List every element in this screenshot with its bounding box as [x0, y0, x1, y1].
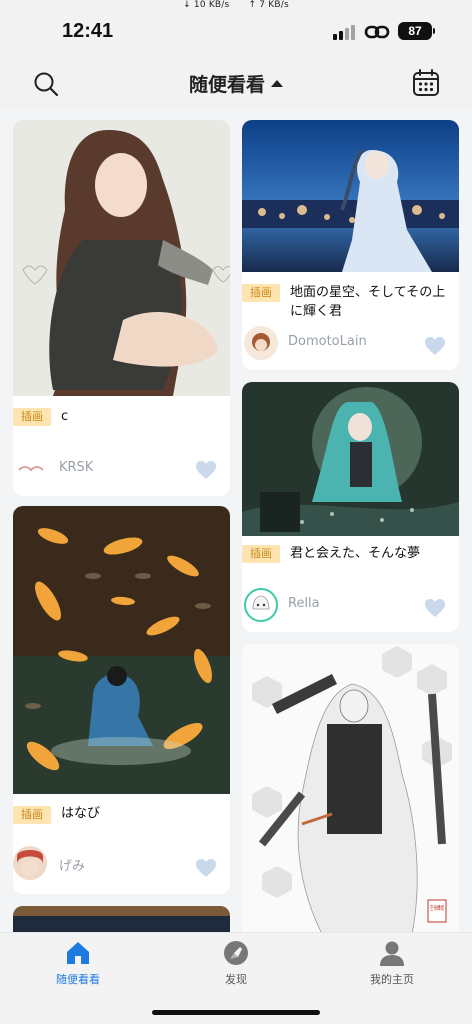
- tab-label: 发现: [225, 973, 247, 986]
- illustration-feed[interactable]: 插画 c KRSK 插画 地面の星空、そしてその上に輝く君 DomotoLain…: [0, 108, 472, 932]
- top-bar: 随便看看: [0, 60, 472, 108]
- user-icon: [380, 941, 404, 966]
- artwork-image[interactable]: [13, 906, 230, 932]
- vpn-link-icon: [364, 25, 390, 39]
- category-tag: 插画: [242, 545, 280, 563]
- artwork-title: c: [61, 409, 69, 424]
- author-name[interactable]: Rella: [288, 596, 320, 611]
- category-tag: 插画: [13, 408, 51, 426]
- download-speed: ↓ 10 KB/s: [183, 0, 230, 10]
- tab-profile[interactable]: 我的主页: [342, 939, 442, 987]
- artwork-image[interactable]: [242, 120, 459, 272]
- caret-up-icon: [271, 80, 283, 87]
- author-name[interactable]: KRSK: [59, 460, 93, 475]
- artwork-image[interactable]: 空母棲姫: [242, 644, 459, 932]
- like-heart-icon[interactable]: [424, 598, 446, 618]
- artwork-card[interactable]: 插画 はなび げみ: [13, 506, 230, 894]
- author-name[interactable]: げみ: [59, 855, 85, 874]
- artwork-image[interactable]: [13, 506, 230, 794]
- artwork-title: 地面の星空、そしてその上に輝く君: [290, 285, 446, 319]
- home-indicator: [152, 1010, 320, 1015]
- status-time: 12:41: [62, 20, 114, 42]
- compass-icon: [224, 941, 248, 965]
- author-avatar[interactable]: [244, 326, 278, 360]
- artwork-image[interactable]: [13, 120, 230, 396]
- category-tag: 插画: [242, 284, 280, 302]
- tab-label: 随便看看: [56, 973, 100, 986]
- battery-indicator: 87: [398, 22, 432, 40]
- author-avatar[interactable]: [15, 452, 49, 486]
- artwork-card[interactable]: 插画 c KRSK: [13, 120, 230, 496]
- category-tag: 插画: [13, 806, 51, 824]
- artwork-card[interactable]: 插画 地面の星空、そしてその上に輝く君 DomotoLain: [242, 120, 459, 370]
- network-speed: ↓ 10 KB/s ↑ 7 KB/s: [0, 0, 472, 10]
- home-icon: [67, 942, 89, 964]
- tab-discover[interactable]: 发现: [186, 939, 286, 987]
- like-heart-icon[interactable]: [424, 336, 446, 356]
- like-heart-icon[interactable]: [195, 858, 217, 878]
- upload-speed: ↑ 7 KB/s: [248, 0, 289, 10]
- like-heart-icon[interactable]: [195, 460, 217, 480]
- calendar-icon[interactable]: [412, 68, 440, 98]
- artwork-title: はなび: [61, 806, 101, 821]
- page-title: 随便看看: [188, 74, 265, 96]
- author-avatar[interactable]: [244, 588, 278, 622]
- artwork-image[interactable]: [242, 382, 459, 536]
- author-avatar[interactable]: [13, 846, 47, 880]
- artwork-title: 君と会えた、そんな夢: [290, 546, 421, 561]
- feed-selector[interactable]: 随便看看: [0, 70, 472, 97]
- artwork-card[interactable]: [13, 906, 230, 932]
- tab-random[interactable]: 随便看看: [28, 939, 128, 987]
- status-bar: ↓ 10 KB/s ↑ 7 KB/s 12:41 87: [0, 0, 472, 60]
- author-name[interactable]: DomotoLain: [288, 334, 367, 349]
- artwork-card[interactable]: 空母棲姫: [242, 644, 459, 932]
- artwork-stamp: 空母棲姫: [430, 904, 444, 912]
- artwork-card[interactable]: 插画 君と会えた、そんな夢 Rella: [242, 382, 459, 632]
- signal-icon: [333, 24, 355, 40]
- tab-label: 我的主页: [370, 973, 414, 986]
